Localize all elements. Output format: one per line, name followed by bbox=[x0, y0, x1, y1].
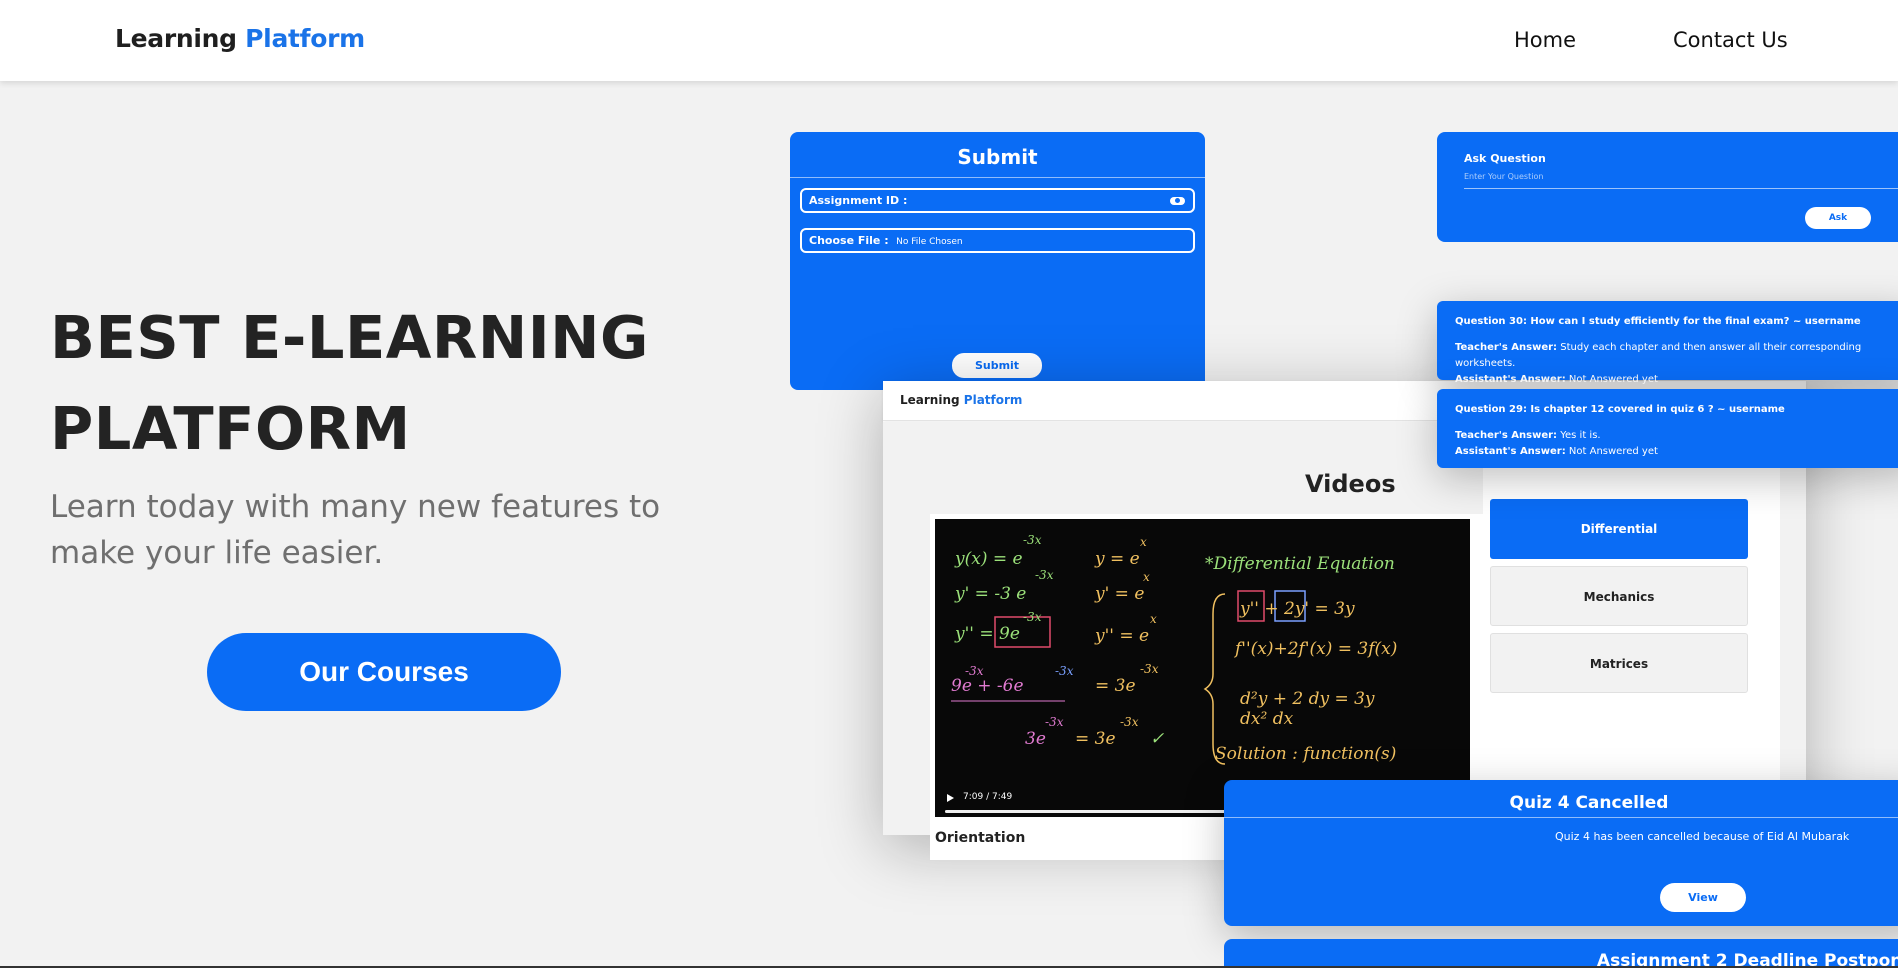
ask-button[interactable]: Ask bbox=[1805, 207, 1871, 229]
svg-text:x: x bbox=[1140, 535, 1147, 549]
choose-file-field[interactable]: Choose File : No File Chosen bbox=[800, 228, 1195, 253]
svg-text:y' = e: y' = e bbox=[1094, 584, 1144, 604]
svg-text:= 3e: = 3e bbox=[1095, 676, 1136, 696]
svg-text:-3x: -3x bbox=[1035, 568, 1054, 582]
play-icon[interactable] bbox=[947, 794, 954, 802]
submit-assignment-card: Submit Assignment ID : Choose File : No … bbox=[790, 132, 1205, 390]
svg-text:-3x: -3x bbox=[1055, 664, 1074, 678]
nav-link-contact-us[interactable]: Contact Us bbox=[1673, 28, 1788, 52]
question-input[interactable]: Enter Your Question bbox=[1464, 172, 1898, 189]
brand-logo[interactable]: Learning Platform bbox=[115, 24, 365, 53]
hero-title: BEST E-LEARNING PLATFORM bbox=[50, 292, 750, 474]
announcement-title: Quiz 4 Cancelled bbox=[1224, 780, 1898, 818]
svg-text:d²y + 2 dy = 3y: d²y + 2 dy = 3y bbox=[1240, 689, 1375, 709]
ask-question-label: Ask Question bbox=[1464, 152, 1546, 165]
svg-text:x: x bbox=[1150, 612, 1157, 626]
svg-text:-3x: -3x bbox=[1120, 715, 1139, 729]
svg-text:✓: ✓ bbox=[1150, 729, 1164, 749]
assistant-answer-label: Assistant's Answer: bbox=[1455, 374, 1566, 385]
topic-mechanics[interactable]: Mechanics bbox=[1490, 566, 1748, 626]
hero-title-line1: BEST E-LEARNING bbox=[50, 303, 649, 372]
svg-text:y'' =: y'' = bbox=[954, 624, 994, 644]
question-card: Question 30: How can I study efficiently… bbox=[1437, 301, 1898, 385]
navbar: Learning Platform Home Contact Us bbox=[0, 0, 1898, 81]
submit-button[interactable]: Submit bbox=[952, 353, 1042, 378]
nav-link-home[interactable]: Home bbox=[1514, 28, 1576, 52]
announcement-card: Assignment 2 Deadline Postponed bbox=[1224, 939, 1898, 968]
topic-matrices[interactable]: Matrices bbox=[1490, 633, 1748, 693]
file-chosen-value: No File Chosen bbox=[896, 237, 963, 247]
svg-text:= 3e: = 3e bbox=[1075, 729, 1116, 749]
svg-text:x: x bbox=[1143, 570, 1150, 584]
teacher-answer-label: Teacher's Answer: bbox=[1455, 342, 1558, 353]
brand-main: Learning bbox=[115, 24, 237, 53]
announcement-title: Assignment 2 Deadline Postponed bbox=[1596, 951, 1898, 968]
assistant-answer: Not Answered yet bbox=[1568, 446, 1658, 457]
blackboard-video-frame: y(x) = e -3x y' = -3 e -3x y'' = 9e -3x … bbox=[951, 533, 1397, 765]
view-button[interactable]: View bbox=[1660, 883, 1746, 912]
svg-text:y'' + 2y' = 3y: y'' + 2y' = 3y bbox=[1239, 599, 1355, 619]
svg-text:y'' = e: y'' = e bbox=[1094, 626, 1149, 646]
our-courses-button[interactable]: Our Courses bbox=[207, 633, 561, 711]
svg-text:y = e: y = e bbox=[1094, 549, 1140, 569]
announcement-body: Quiz 4 has been cancelled because of Eid… bbox=[1555, 830, 1850, 843]
ask-question-card: Ask Question Enter Your Question Ask bbox=[1437, 132, 1898, 242]
svg-text:9e: 9e bbox=[999, 624, 1020, 644]
mini-brand-logo[interactable]: Learning Platform bbox=[900, 393, 1022, 407]
question-text: Question 29: Is chapter 12 covered in qu… bbox=[1455, 404, 1785, 415]
svg-text:9e + -6e: 9e + -6e bbox=[951, 676, 1024, 696]
mini-brand-accent: Platform bbox=[963, 393, 1023, 407]
svg-text:*Differential Equation: *Differential Equation bbox=[1205, 554, 1395, 574]
video-name: Orientation bbox=[935, 830, 1026, 846]
svg-text:-3x: -3x bbox=[1023, 610, 1042, 624]
hero-subtitle: Learn today with many new features to ma… bbox=[50, 489, 661, 571]
svg-text:dx² dx: dx² dx bbox=[1240, 709, 1294, 729]
question-text: Question 30: How can I study efficiently… bbox=[1455, 316, 1861, 327]
svg-text:-3x: -3x bbox=[1045, 715, 1064, 729]
mini-brand-main: Learning bbox=[900, 393, 960, 407]
video-time: 7:09 / 7:49 bbox=[963, 792, 1013, 802]
eye-icon[interactable] bbox=[1170, 197, 1185, 205]
video-player[interactable]: y(x) = e -3x y' = -3 e -3x y'' = 9e -3x … bbox=[935, 519, 1470, 817]
svg-text:Solution : function(s): Solution : function(s) bbox=[1215, 744, 1396, 764]
hero-title-line2: PLATFORM bbox=[50, 394, 411, 463]
assignment-id-label: Assignment ID : bbox=[809, 194, 908, 207]
svg-text:3e: 3e bbox=[1025, 729, 1046, 749]
svg-text:f''(x)+2f'(x) = 3f(x): f''(x)+2f'(x) = 3f(x) bbox=[1233, 639, 1397, 659]
svg-text:-3x: -3x bbox=[965, 664, 984, 678]
teacher-answer: Yes it is. bbox=[1560, 430, 1601, 441]
topic-differential[interactable]: Differential bbox=[1490, 499, 1748, 559]
videos-title: Videos bbox=[1305, 470, 1396, 498]
choose-file-label: Choose File : bbox=[809, 234, 889, 247]
assistant-answer-label: Assistant's Answer: bbox=[1455, 446, 1566, 457]
question-card: Question 29: Is chapter 12 covered in qu… bbox=[1437, 389, 1898, 468]
submit-card-title: Submit bbox=[790, 132, 1205, 178]
svg-text:y' = -3 e: y' = -3 e bbox=[954, 584, 1026, 604]
svg-text:y(x) = e: y(x) = e bbox=[954, 549, 1023, 569]
assistant-answer: Not Answered yet bbox=[1568, 374, 1658, 385]
brand-accent: Platform bbox=[245, 24, 365, 53]
video-area: Videos Differential Mechanics Matrices y… bbox=[883, 422, 1806, 860]
assignment-id-field[interactable]: Assignment ID : bbox=[800, 188, 1195, 213]
topics-list: Differential Mechanics Matrices bbox=[1483, 466, 1780, 815]
announcement-card: Quiz 4 Cancelled Quiz 4 has been cancell… bbox=[1224, 780, 1898, 926]
svg-text:-3x: -3x bbox=[1023, 533, 1042, 547]
svg-text:-3x: -3x bbox=[1140, 662, 1159, 676]
teacher-answer-label: Teacher's Answer: bbox=[1455, 430, 1558, 441]
